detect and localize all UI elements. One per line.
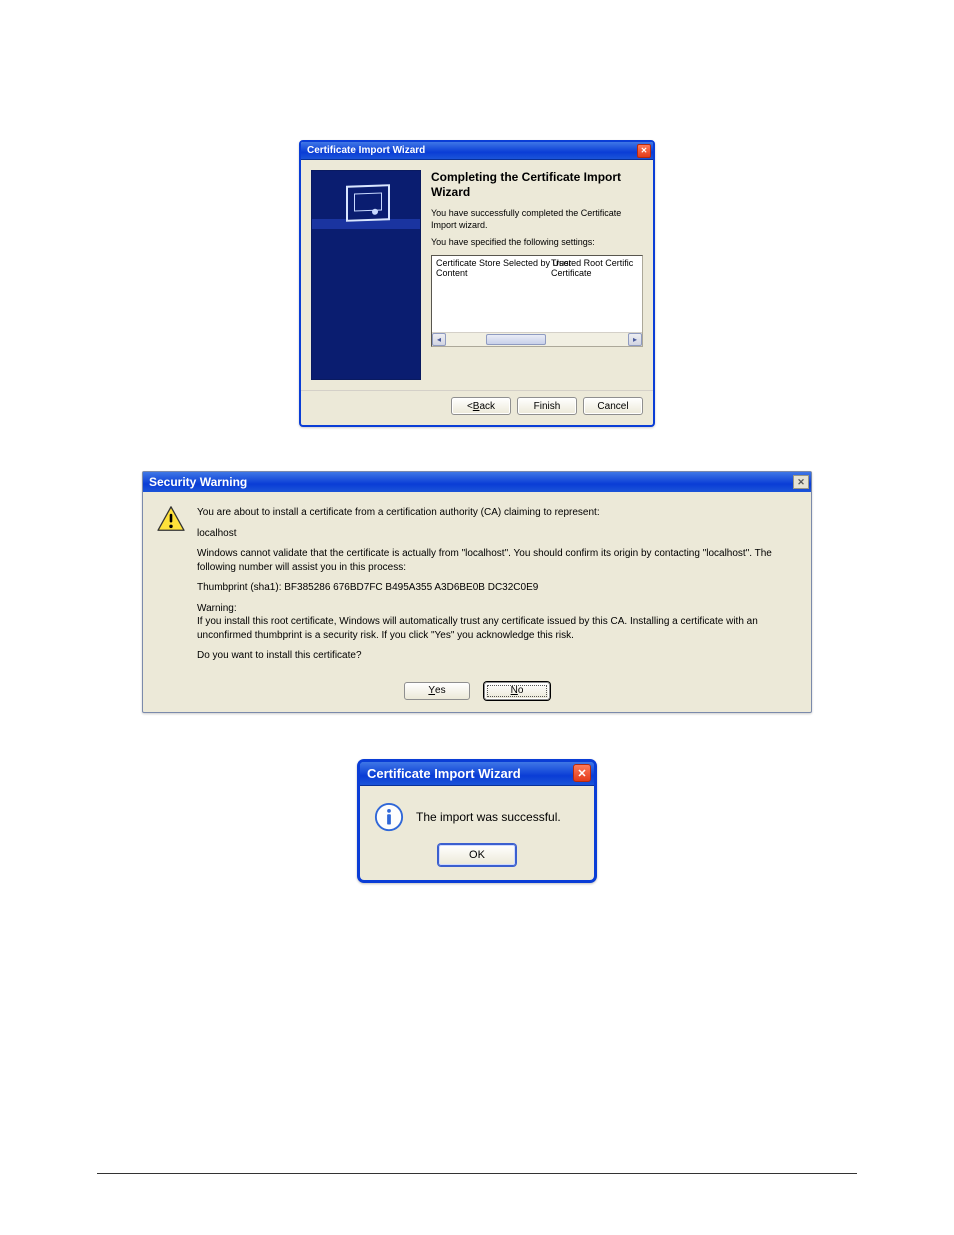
dialog-body: You are about to install a certificate f…	[143, 492, 811, 678]
warning-button-row: Yes No	[143, 678, 811, 712]
list-item: Certificate Store Selected by User Trust…	[436, 258, 638, 268]
success-button-row: OK	[360, 840, 594, 880]
warning-block: Warning: If you install this root certif…	[197, 602, 797, 643]
titlebar[interactable]: Security Warning ✕	[143, 472, 811, 492]
cell: Trusted Root Certific	[551, 258, 638, 268]
wizard-heading: Completing the Certificate Import Wizard	[431, 170, 643, 200]
wizard-main-panel: Completing the Certificate Import Wizard…	[431, 170, 643, 380]
dialog-body: The import was successful.	[360, 786, 594, 840]
scroll-left-icon[interactable]: ◂	[432, 333, 446, 346]
close-icon[interactable]: ✕	[793, 475, 809, 489]
cancel-button[interactable]: Cancel	[583, 397, 643, 415]
success-message: The import was successful.	[416, 810, 561, 824]
warning-icon	[157, 506, 185, 532]
cell: Content	[436, 268, 551, 278]
warning-line: You are about to install a certificate f…	[197, 506, 797, 520]
close-icon[interactable]: ✕	[573, 764, 591, 782]
dialog-title: Certificate Import Wizard	[307, 145, 425, 156]
wizard-button-row: < Back Finish Cancel	[301, 390, 653, 425]
warning-line: Windows cannot validate that the certifi…	[197, 547, 797, 574]
settings-listbox[interactable]: Certificate Store Selected by User Trust…	[431, 255, 643, 347]
listbox-content: Certificate Store Selected by User Trust…	[432, 256, 642, 280]
cert-import-wizard-dialog: Certificate Import Wizard ✕ Completing t…	[299, 140, 655, 427]
scroll-right-icon[interactable]: ▸	[628, 333, 642, 346]
yes-button[interactable]: Yes	[404, 682, 470, 700]
cell: Certificate	[551, 268, 638, 278]
scroll-track[interactable]	[446, 333, 628, 346]
no-button[interactable]: No	[484, 682, 550, 700]
info-icon	[374, 802, 404, 832]
dialog-title: Certificate Import Wizard	[367, 766, 521, 781]
import-success-dialog: Certificate Import Wizard ✕ The import w…	[357, 759, 597, 883]
warning-text: You are about to install a certificate f…	[197, 506, 797, 670]
dialog-title: Security Warning	[149, 475, 247, 489]
certificate-icon	[346, 184, 390, 222]
back-button[interactable]: < Back	[451, 397, 511, 415]
horizontal-scrollbar[interactable]: ◂ ▸	[432, 332, 642, 346]
titlebar[interactable]: Certificate Import Wizard ✕	[360, 762, 594, 786]
cell: Certificate Store Selected by User	[436, 258, 551, 268]
wizard-text-1: You have successfully completed the Cert…	[431, 208, 643, 231]
warning-question: Do you want to install this certificate?	[197, 649, 797, 663]
ok-button[interactable]: OK	[438, 844, 516, 866]
dialog-body: Completing the Certificate Import Wizard…	[301, 160, 653, 386]
document-page: Certificate Import Wizard ✕ Completing t…	[0, 0, 954, 1234]
close-icon[interactable]: ✕	[637, 144, 651, 158]
finish-button[interactable]: Finish	[517, 397, 577, 415]
page-footer-rule	[97, 1173, 857, 1174]
wizard-graphic	[311, 170, 421, 380]
warning-subject: localhost	[197, 527, 797, 541]
security-warning-dialog: Security Warning ✕ You are about to inst…	[142, 471, 812, 713]
wizard-text-2: You have specified the following setting…	[431, 237, 643, 249]
list-item: Content Certificate	[436, 268, 638, 278]
scroll-thumb[interactable]	[486, 334, 546, 345]
warning-thumbprint: Thumbprint (sha1): BF385286 676BD7FC B49…	[197, 581, 797, 595]
titlebar[interactable]: Certificate Import Wizard ✕	[301, 142, 653, 160]
